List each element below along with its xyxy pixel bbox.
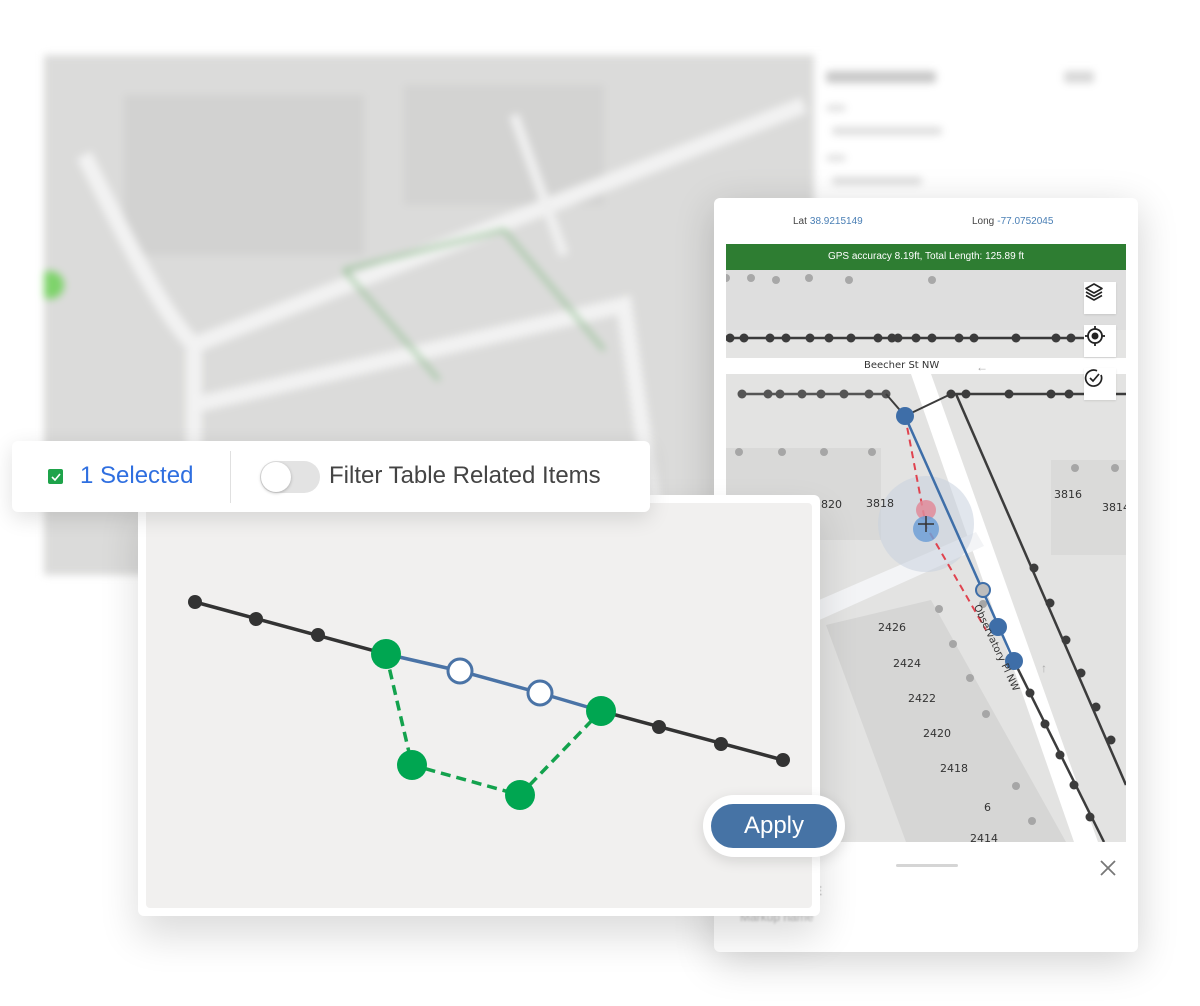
- layers-icon: [1085, 283, 1103, 301]
- vertex: [652, 720, 666, 734]
- filter-toggle[interactable]: [260, 461, 320, 493]
- address-label: 2422: [908, 692, 936, 705]
- locate-button[interactable]: [1084, 325, 1116, 357]
- new-vertex: [397, 750, 427, 780]
- new-vertex: [586, 696, 616, 726]
- close-icon: [1100, 860, 1116, 876]
- layers-button[interactable]: [1084, 282, 1116, 314]
- apply-button-wrapper: Apply: [703, 795, 845, 857]
- finish-check-button[interactable]: [1084, 368, 1116, 400]
- selected-count[interactable]: 1 Selected: [80, 462, 193, 490]
- existing-line-left: [194, 600, 387, 656]
- existing-line-right: [600, 709, 784, 762]
- longitude: Long -77.0752045: [972, 216, 1053, 227]
- coordinates-readout: Lat 38.9215149 Long -77.0752045: [714, 216, 1138, 236]
- address-label: 2420: [923, 727, 951, 740]
- address-label: 2418: [940, 762, 968, 775]
- toggle-knob: [261, 462, 291, 492]
- selection-checkbox[interactable]: [48, 469, 63, 484]
- check-circle-icon: [1084, 369, 1103, 387]
- new-vertex: [371, 639, 401, 669]
- vertex: [188, 595, 202, 609]
- address-label: 2424: [893, 657, 921, 670]
- latitude: Lat 38.9215149: [793, 216, 863, 227]
- replaced-segment: [385, 652, 602, 713]
- svg-text:←: ←: [976, 360, 988, 374]
- background-side-panel: [814, 55, 1144, 205]
- selection-toolbar: 1 Selected Filter Table Related Items: [12, 441, 650, 512]
- removed-vertex: [526, 679, 554, 707]
- longitude-label: Long: [972, 216, 995, 227]
- check-icon: [50, 472, 61, 481]
- filter-label: Filter Table Related Items: [329, 462, 601, 489]
- street-label-beecher: Beecher St NW: [864, 360, 940, 371]
- vertex: [249, 612, 263, 626]
- sheet-close-button[interactable]: [1098, 858, 1118, 878]
- address-label: 3818: [866, 497, 894, 510]
- vertex: [311, 628, 325, 642]
- toolbar-divider: [230, 451, 231, 503]
- new-vertex: [505, 780, 535, 810]
- address-label: 2426: [878, 621, 906, 634]
- latitude-value: 38.9215149: [809, 216, 863, 227]
- address-label: 2414: [970, 832, 998, 842]
- sheet-drag-handle[interactable]: [896, 864, 958, 867]
- gps-accuracy-banner: GPS accuracy 8.19ft, Total Length: 125.8…: [726, 244, 1126, 270]
- address-label: 3814: [1102, 501, 1126, 514]
- removed-vertex: [446, 657, 474, 685]
- address-label: 3816: [1054, 488, 1082, 501]
- longitude-value: -77.0752045: [997, 216, 1054, 227]
- address-label: 820: [821, 498, 842, 511]
- address-label: 6: [984, 801, 991, 814]
- vertex: [776, 753, 790, 767]
- apply-button[interactable]: Apply: [711, 804, 837, 848]
- latitude-label: Lat: [793, 216, 807, 227]
- locate-icon: [1085, 326, 1105, 346]
- vertex: [714, 737, 728, 751]
- svg-text:↑: ↑: [1041, 661, 1047, 675]
